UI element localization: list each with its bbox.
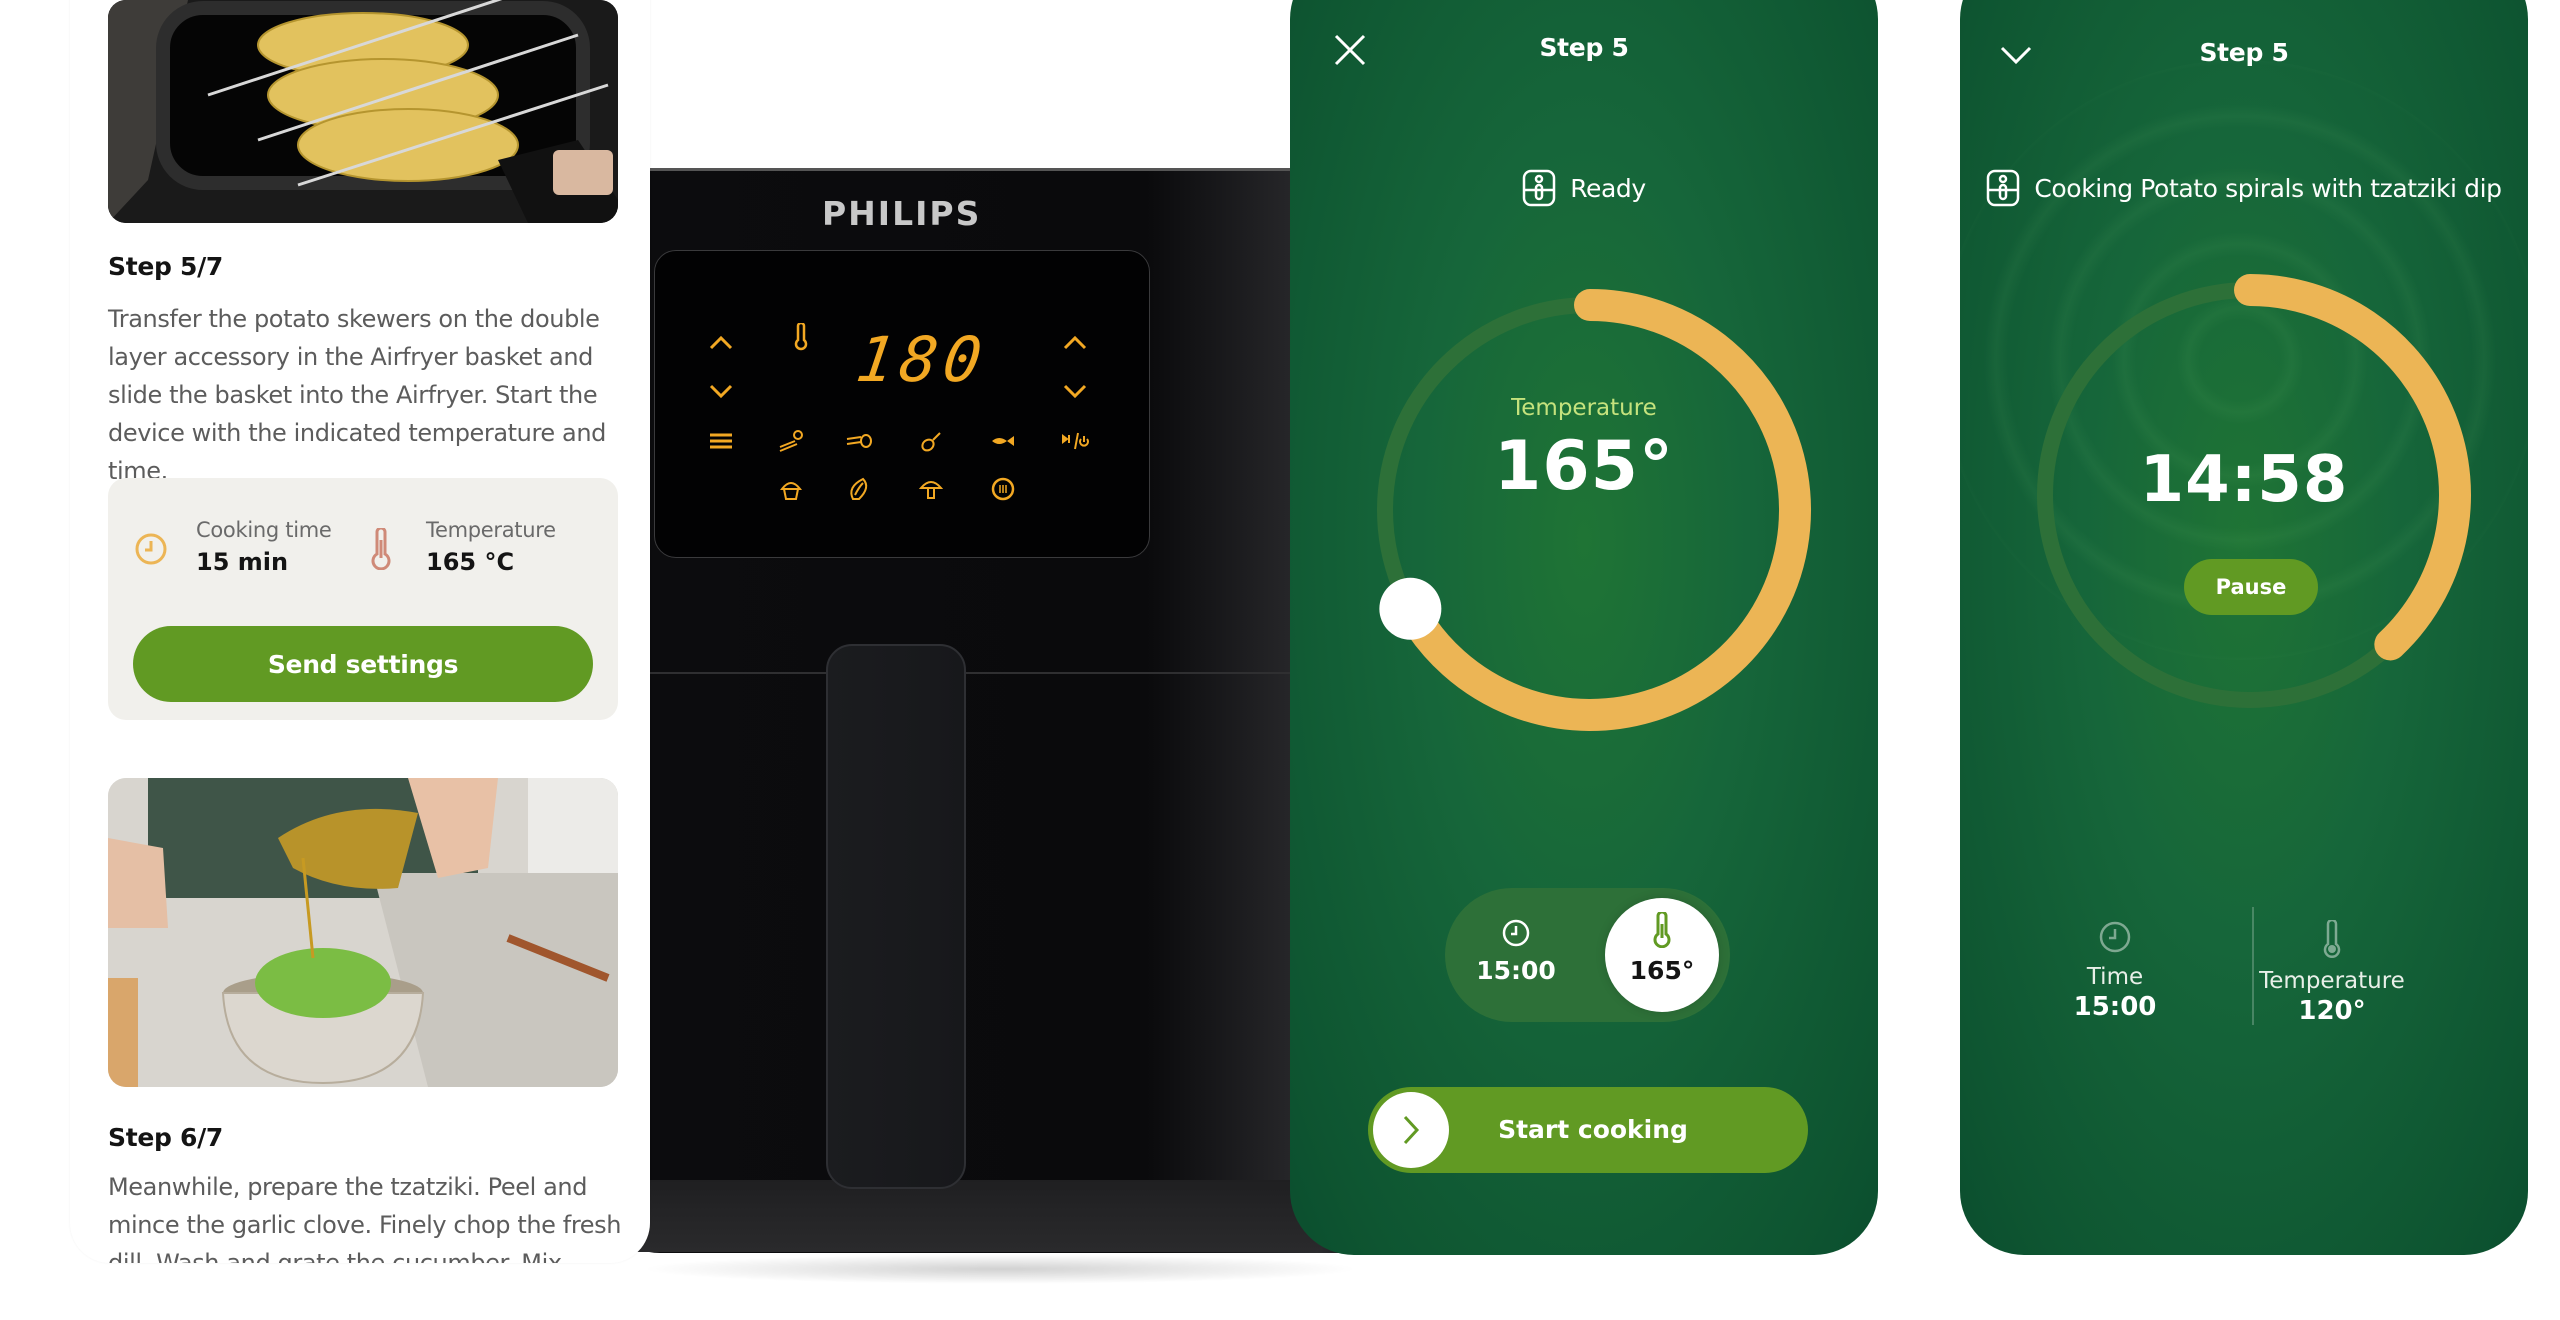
menu-icon[interactable] bbox=[707, 427, 735, 455]
send-settings-button[interactable]: Send settings bbox=[133, 626, 593, 702]
keep-warm-icon[interactable] bbox=[989, 475, 1017, 503]
step-5-title: Step 5/7 bbox=[108, 252, 224, 281]
time-label: Time bbox=[2086, 964, 2144, 990]
thermometer-icon bbox=[371, 528, 391, 570]
temperature-setting: Temperature 165 °C bbox=[426, 518, 556, 576]
thermometer-icon bbox=[794, 323, 808, 351]
cooking-time-value: 15 min bbox=[196, 548, 289, 576]
step-title: Step 5 bbox=[1539, 33, 1629, 62]
dial-knob[interactable] bbox=[1379, 577, 1442, 640]
temperature-label: Temperature bbox=[426, 518, 556, 542]
clock-icon bbox=[135, 533, 167, 565]
airfryer-icon bbox=[1522, 169, 1556, 207]
device-status: Ready bbox=[1290, 169, 1878, 207]
pause-button[interactable]: Pause bbox=[2184, 559, 2318, 615]
fish-icon[interactable] bbox=[989, 427, 1017, 455]
potato-skewers-illustration bbox=[108, 0, 618, 223]
step-6-description: Meanwhile, prepare the tzatziki. Peel an… bbox=[108, 1173, 622, 1263]
basket-handle[interactable] bbox=[826, 644, 966, 1189]
frozen-snacks-icon[interactable] bbox=[777, 427, 805, 455]
clock-icon bbox=[2099, 921, 2131, 953]
time-value: 15:00 bbox=[2073, 992, 2157, 1022]
brand-logo: PHILIPS bbox=[822, 194, 982, 233]
phone-setup-screen: Step 5 Ready Temperature 165° 15:00 165°… bbox=[1290, 0, 1878, 1255]
tzatziki-illustration bbox=[108, 778, 618, 1087]
mode-temperature-value: 165° bbox=[1629, 956, 1695, 985]
airfryer-shadow bbox=[640, 1254, 1360, 1284]
cooking-settings-panel: Cooking time 15 min Temperature 165 °C S… bbox=[108, 478, 618, 720]
time-down-icon[interactable] bbox=[1061, 377, 1089, 405]
cooking-time-setting: Cooking time 15 min bbox=[196, 518, 332, 576]
temperature-display: 180 bbox=[851, 323, 993, 396]
temperature-stat: Temperature 120° bbox=[2232, 920, 2432, 1026]
control-panel: 180 bbox=[654, 250, 1150, 558]
thermometer-icon bbox=[1653, 912, 1671, 948]
mode-toggle: 15:00 165° bbox=[1445, 888, 1730, 1022]
step-6-photo bbox=[108, 778, 618, 1087]
phone-cooking-screen: Step 5 Cooking Potato spirals with tzatz… bbox=[1960, 0, 2528, 1255]
start-cooking-button[interactable]: Start cooking bbox=[1368, 1087, 1808, 1173]
start-pause-power-icon[interactable] bbox=[1061, 427, 1089, 455]
dial-progress-arc bbox=[1394, 289, 1811, 731]
recipe-card: Step 5/7 Transfer the potato skewers on … bbox=[70, 0, 650, 1263]
airfryer-top-edge bbox=[600, 168, 1318, 171]
step-6-title: Step 6/7 bbox=[108, 1123, 224, 1152]
temperature-label: Temperature bbox=[2259, 968, 2405, 994]
temperature-value: 165 °C bbox=[426, 548, 515, 576]
fries-meat-icon[interactable] bbox=[845, 427, 873, 455]
time-stat: Time 15:00 bbox=[2015, 920, 2215, 1022]
device-status-text: Ready bbox=[1570, 173, 1646, 203]
mushroom-icon[interactable] bbox=[917, 475, 945, 503]
cooking-time-label: Cooking time bbox=[196, 518, 332, 542]
mode-time-option[interactable]: 15:00 bbox=[1459, 898, 1573, 1012]
airfryer-device: PHILIPS 180 bbox=[600, 168, 1380, 1284]
start-cooking-label: Start cooking bbox=[1498, 1115, 1688, 1144]
step-5-photo bbox=[108, 0, 618, 223]
dial-label: Temperature bbox=[1511, 395, 1657, 421]
vegetable-icon[interactable] bbox=[845, 475, 873, 503]
temperature-value: 120° bbox=[2298, 996, 2366, 1026]
thermometer-icon bbox=[2323, 920, 2341, 958]
airfryer-base bbox=[600, 1180, 1370, 1252]
time-up-icon[interactable] bbox=[1061, 329, 1089, 357]
temperature-dial[interactable] bbox=[1360, 280, 1820, 740]
temperature-up-icon[interactable] bbox=[707, 329, 735, 357]
step-5-description: Transfer the potato skewers on the doubl… bbox=[108, 305, 606, 485]
dial-value: 165° bbox=[1494, 427, 1674, 506]
clock-icon bbox=[1502, 919, 1530, 947]
countdown-timer: 14:58 bbox=[2139, 443, 2349, 517]
temperature-down-icon[interactable] bbox=[707, 377, 735, 405]
muffin-icon[interactable] bbox=[777, 475, 805, 503]
drumstick-icon[interactable] bbox=[917, 427, 945, 455]
mode-temperature-option[interactable]: 165° bbox=[1605, 898, 1719, 1012]
mode-time-value: 15:00 bbox=[1476, 956, 1556, 985]
